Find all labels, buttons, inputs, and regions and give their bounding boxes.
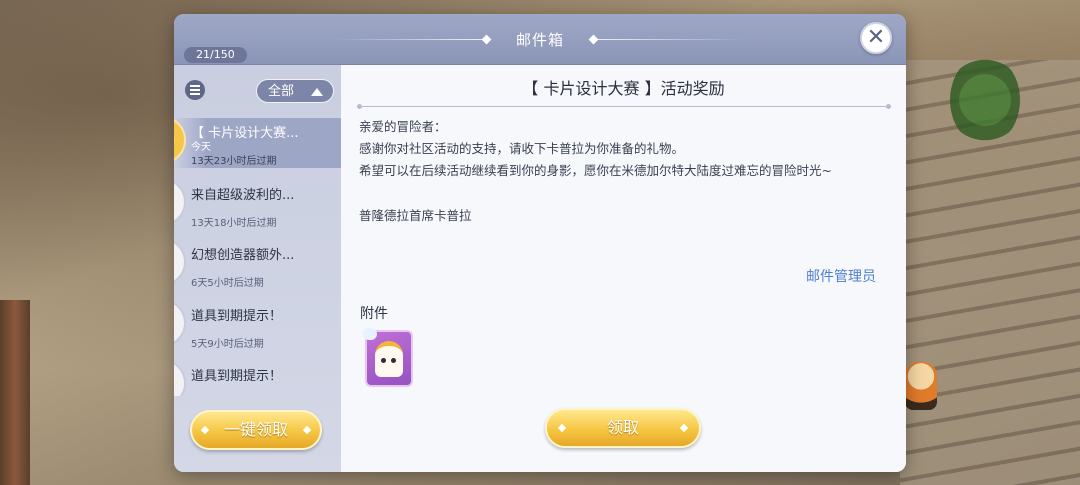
chevron-up-icon	[311, 88, 323, 96]
mail-item-expire: 13天18小时后过期	[191, 218, 277, 229]
mail-list-item[interactable]: 来自超级波利的... 13天18小时后过期	[174, 178, 341, 230]
mail-content: 【 卡片设计大赛 】活动奖励 亲爱的冒险者： 感谢你对社区活动的支持，请收下卡普…	[341, 65, 906, 472]
mail-list[interactable]: 【 卡片设计大赛... 今天 13天23小时后过期 来自超级波利的... 13天…	[174, 116, 341, 396]
filter-label: 全部	[268, 84, 295, 99]
card-face	[375, 341, 403, 377]
mail-list-item[interactable]: 道具到期提示！ 5天9小时后过期	[174, 299, 341, 351]
mail-item-title: 道具到期提示！	[191, 369, 283, 384]
mail-item-title: 道具到期提示！	[191, 309, 283, 324]
claim-all-label: 一键领取	[223, 420, 288, 439]
close-button[interactable]: ✕	[860, 22, 892, 54]
mail-list-item[interactable]: 道具到期提示！	[174, 359, 341, 396]
claim-label: 领取	[606, 418, 639, 437]
claim-all-button[interactable]: 一键领取	[190, 410, 322, 450]
claimed-mail-icon	[174, 238, 186, 286]
mail-greeting: 亲爱的冒险者：	[359, 119, 447, 134]
mail-counter: 21/150	[184, 47, 247, 63]
sparkle-icon	[302, 425, 312, 435]
claimed-mail-icon	[174, 178, 186, 226]
mail-item-expire: 5天9小时后过期	[191, 339, 264, 350]
heading-divider	[357, 104, 891, 109]
card-eye	[381, 358, 386, 363]
sparkle-icon	[200, 425, 210, 435]
gift-icon	[174, 116, 186, 164]
speech-bubble-icon	[363, 328, 377, 340]
claim-button[interactable]: 领取	[545, 408, 701, 448]
mail-item-date: 今天	[191, 142, 211, 153]
mail-heading: 【 卡片设计大赛 】活动奖励	[522, 79, 725, 98]
mail-list-item[interactable]: 幻想创造器额外... 6天5小时后过期	[174, 238, 341, 290]
mail-item-title: 来自超级波利的...	[191, 188, 295, 203]
mail-item-title: 幻想创造器额外...	[191, 248, 295, 263]
dialog-title: 邮件箱	[515, 31, 564, 49]
mail-signature: 普隆德拉首席卡普拉	[359, 208, 472, 223]
mail-item-expire: 6天5小时后过期	[191, 278, 264, 289]
mail-item-expire: 13天23小时后过期	[191, 156, 277, 167]
filter-dropdown[interactable]: 全部	[256, 79, 334, 103]
title-bar: 邮件箱 21/150 ✕	[174, 14, 906, 65]
poring-card-icon[interactable]	[363, 328, 413, 387]
title-divider-right	[596, 39, 746, 40]
background-plant	[950, 55, 1020, 145]
mailbox-dialog: 邮件箱 21/150 ✕ 全部 【 卡片设计大赛... 今天 13天23小时后过…	[174, 14, 906, 472]
background-character	[905, 362, 937, 410]
mail-body-line: 希望可以在后续活动继续看到你的身影，愿你在米德加尔特大陆度过难忘的冒险时光~	[359, 163, 832, 178]
background-pillar	[0, 300, 30, 485]
mail-sender: 邮件管理员	[806, 269, 876, 285]
card-eye	[391, 358, 396, 363]
claimed-mail-icon	[174, 299, 186, 347]
list-icon[interactable]	[185, 80, 205, 100]
sparkle-icon	[679, 423, 689, 433]
mail-list-item[interactable]: 【 卡片设计大赛... 今天 13天23小时后过期	[174, 116, 341, 168]
mail-body-line: 感谢你对社区活动的支持，请收下卡普拉为你准备的礼物。	[359, 141, 685, 156]
sparkle-icon	[557, 423, 567, 433]
mail-sidebar: 全部 【 卡片设计大赛... 今天 13天23小时后过期 来自超级波利的... …	[174, 65, 341, 472]
mail-item-title: 【 卡片设计大赛...	[191, 126, 299, 141]
attachment-label: 附件	[360, 306, 388, 322]
claimed-mail-icon	[174, 359, 186, 396]
